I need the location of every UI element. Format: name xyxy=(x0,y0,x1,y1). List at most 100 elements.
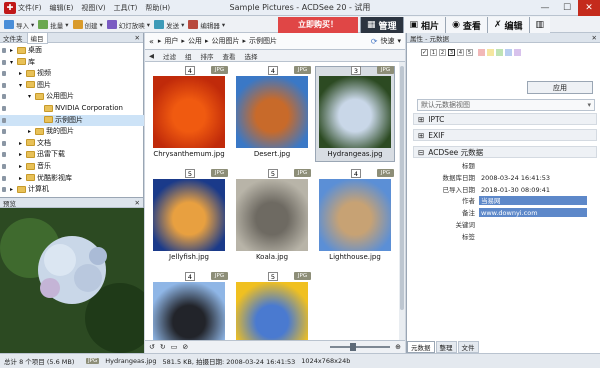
buy-now-button[interactable]: 立即购买！ xyxy=(278,17,358,33)
tree-item[interactable]: ▸ 迅雷下载 xyxy=(0,149,144,160)
menu-edit[interactable]: 编辑(E) xyxy=(50,3,74,13)
send-button[interactable]: 发送 ▾ xyxy=(154,16,184,33)
rotate-left-icon[interactable]: ↺ xyxy=(149,343,155,351)
dashboard-button[interactable]: ▥ xyxy=(528,17,551,33)
minimize-icon[interactable]: — xyxy=(534,0,556,16)
close-icon[interactable]: ✕ xyxy=(578,0,600,16)
rating-5[interactable]: 5 xyxy=(466,49,473,56)
tree-item[interactable]: ▾ 库 xyxy=(0,57,144,68)
breadcrumb-users[interactable]: 用户 xyxy=(164,36,178,46)
menu-help[interactable]: 帮助(H) xyxy=(145,3,170,13)
mode-manage[interactable]: ▦ 管理 xyxy=(360,17,403,33)
expand-arrow-icon[interactable]: ▸ xyxy=(10,184,17,195)
expand-arrow-icon[interactable]: ▾ xyxy=(10,57,17,68)
tree-item[interactable]: ▸ 优酷影视库 xyxy=(0,173,144,184)
tab-properties-metadata[interactable]: 属性 - 元数据 xyxy=(410,33,449,43)
tab-file[interactable]: 文件 xyxy=(457,340,479,353)
mode-photos[interactable]: ▣ 相片 xyxy=(402,17,446,33)
color-label-purple[interactable] xyxy=(514,49,521,56)
metadata-field-value[interactable] xyxy=(479,161,587,170)
tree-item[interactable]: ▾ 图片 xyxy=(0,80,144,91)
tab-folders[interactable]: 文件夹 xyxy=(3,33,23,43)
menu-view[interactable]: 视图(V) xyxy=(81,3,105,13)
view-menu[interactable]: 查看 xyxy=(223,51,236,61)
color-label-red[interactable] xyxy=(478,49,485,56)
tab-organize[interactable]: 整理 xyxy=(435,340,457,353)
tab-catalog[interactable]: 编目 xyxy=(26,31,48,44)
zoom-in-icon[interactable]: ⊕ xyxy=(395,343,401,351)
filter-menu[interactable]: 过滤 xyxy=(163,51,176,61)
color-label-green[interactable] xyxy=(496,49,503,56)
metadata-field-value[interactable]: www.downyi.com xyxy=(479,208,587,218)
mode-edit[interactable]: ✗ 编辑 xyxy=(486,17,529,33)
quick-search-button[interactable]: 快速 xyxy=(380,36,394,46)
menu-tools[interactable]: 工具(T) xyxy=(114,3,138,13)
rating-2[interactable]: 2 xyxy=(439,49,446,56)
breadcrumb-public-pictures[interactable]: 公用图片 xyxy=(211,36,239,46)
batch-button[interactable]: 批量 ▾ xyxy=(38,16,69,33)
thumbnail-item[interactable]: 4 JPG Chrysanthemum.jpg xyxy=(149,66,229,162)
tree-item[interactable]: ▸ 我的图片 xyxy=(0,126,144,137)
section-iptc[interactable]: ⊞ IPTC xyxy=(413,113,597,125)
thumbnail-item[interactable]: 3 JPG Hydrangeas.jpg xyxy=(315,66,395,162)
stop-icon[interactable]: ⊘ xyxy=(182,343,188,351)
thumbnail-item[interactable]: 4 JPG Desert.jpg xyxy=(232,66,312,162)
checkbox-icon[interactable]: ✓ xyxy=(421,49,428,56)
apply-button[interactable]: 应用 xyxy=(527,81,593,94)
tree-item[interactable]: ▾ 公用图片 xyxy=(0,91,144,102)
expand-arrow-icon[interactable]: ▾ xyxy=(28,91,35,102)
tab-metadata[interactable]: 元数据 xyxy=(407,340,435,353)
thumbnail-item[interactable]: 5 JPG Koala.jpg xyxy=(232,169,312,265)
select-menu[interactable]: 选择 xyxy=(245,51,258,61)
metadata-field-value[interactable]: 2008-03-24 16:41:53 xyxy=(479,173,587,182)
thumbnail-item[interactable]: 5 JPG Jellyfish.jpg xyxy=(149,169,229,265)
tree-item[interactable]: NVIDIA Corporation xyxy=(0,103,144,114)
tree-item[interactable]: ▸ 视频 xyxy=(0,68,144,79)
metadata-field-value[interactable]: 2018-01-30 08:09:41 xyxy=(479,185,587,194)
editor-button[interactable]: 编辑器 ▾ xyxy=(188,16,225,33)
compare-icon[interactable]: ▭ xyxy=(171,343,178,351)
tree-item[interactable]: 示例图片 xyxy=(0,114,144,126)
maximize-icon[interactable]: ☐ xyxy=(556,0,578,16)
color-label-blue[interactable] xyxy=(505,49,512,56)
expand-arrow-icon[interactable]: ▾ xyxy=(19,80,26,91)
metadata-view-select[interactable]: 默认元数据视图 ▾ xyxy=(417,99,595,111)
tree-item[interactable]: ▸ 音乐 xyxy=(0,161,144,172)
breadcrumb-sample-pictures[interactable]: 示例图片 xyxy=(249,36,277,46)
create-button[interactable]: 创建 ▾ xyxy=(72,16,103,33)
expand-arrow-icon[interactable]: ▸ xyxy=(19,138,26,149)
group-menu[interactable]: 组 xyxy=(185,51,192,61)
rating-3[interactable]: 3 xyxy=(448,49,455,56)
chevron-down-icon[interactable]: ▾ xyxy=(397,37,401,45)
rotate-right-icon[interactable]: ↻ xyxy=(160,343,166,351)
import-button[interactable]: 导入 ▾ xyxy=(4,16,34,33)
close-icon[interactable]: ✕ xyxy=(135,34,140,42)
expand-arrow-icon[interactable]: ▸ xyxy=(19,68,26,79)
metadata-field-value[interactable]: 当易网 xyxy=(479,196,587,206)
acdsee-app-icon[interactable]: ✚ xyxy=(4,2,16,14)
zoom-slider-handle[interactable] xyxy=(350,343,357,351)
mode-view[interactable]: ◉ 查看 xyxy=(445,17,487,33)
tree-item[interactable]: ▸ 桌面 xyxy=(0,45,144,56)
thumbnail-item[interactable]: 4 JPG Lighthouse.jpg xyxy=(315,169,395,265)
breadcrumb-public[interactable]: 公用 xyxy=(188,36,202,46)
collapse-icon[interactable]: « xyxy=(149,37,154,46)
back-icon[interactable]: ◀ xyxy=(149,52,154,60)
slideshow-button[interactable]: 幻灯放映 ▾ xyxy=(106,16,150,33)
rating-1[interactable]: 1 xyxy=(430,49,437,56)
expand-arrow-icon[interactable]: ▸ xyxy=(28,126,35,137)
expand-arrow-icon[interactable]: ▸ xyxy=(19,161,26,172)
refresh-icon[interactable]: ⟳ xyxy=(371,37,378,46)
expand-arrow-icon[interactable]: ▸ xyxy=(19,173,26,184)
metadata-field-value[interactable] xyxy=(479,232,587,241)
grid-scrollbar-thumb[interactable] xyxy=(400,66,404,310)
color-label-yellow[interactable] xyxy=(487,49,494,56)
section-acdsee-metadata[interactable]: ⊟ ACDSee 元数据 xyxy=(413,146,597,158)
section-exif[interactable]: ⊞ EXIF xyxy=(413,129,597,141)
rating-4[interactable]: 4 xyxy=(457,49,464,56)
zoom-slider[interactable] xyxy=(330,343,391,351)
close-icon[interactable]: ✕ xyxy=(592,34,597,42)
expand-arrow-icon[interactable]: ▸ xyxy=(10,45,17,56)
metadata-field-value[interactable] xyxy=(479,220,587,229)
close-icon[interactable]: ✕ xyxy=(135,199,140,207)
